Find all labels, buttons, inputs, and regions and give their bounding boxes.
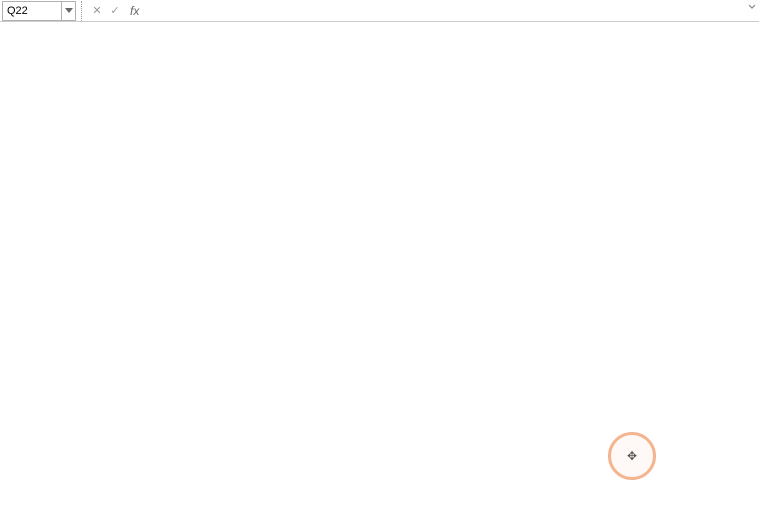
move-cursor-icon: ✥: [627, 449, 637, 463]
fx-icon[interactable]: fx: [126, 4, 143, 18]
expand-formula-icon[interactable]: [747, 2, 757, 15]
formula-input[interactable]: [147, 1, 759, 21]
formula-bar: Q22 ✕ ✓ fx: [0, 0, 759, 22]
cursor-highlight-icon: ✥: [608, 432, 656, 480]
name-box[interactable]: Q22: [2, 1, 62, 21]
name-box-value: Q22: [7, 5, 28, 17]
fx-buttons: ✕ ✓ fx: [86, 4, 147, 18]
confirm-icon[interactable]: ✓: [108, 4, 122, 17]
cancel-icon[interactable]: ✕: [90, 4, 104, 17]
divider: [76, 1, 82, 21]
name-box-dropdown-icon[interactable]: [62, 1, 76, 21]
